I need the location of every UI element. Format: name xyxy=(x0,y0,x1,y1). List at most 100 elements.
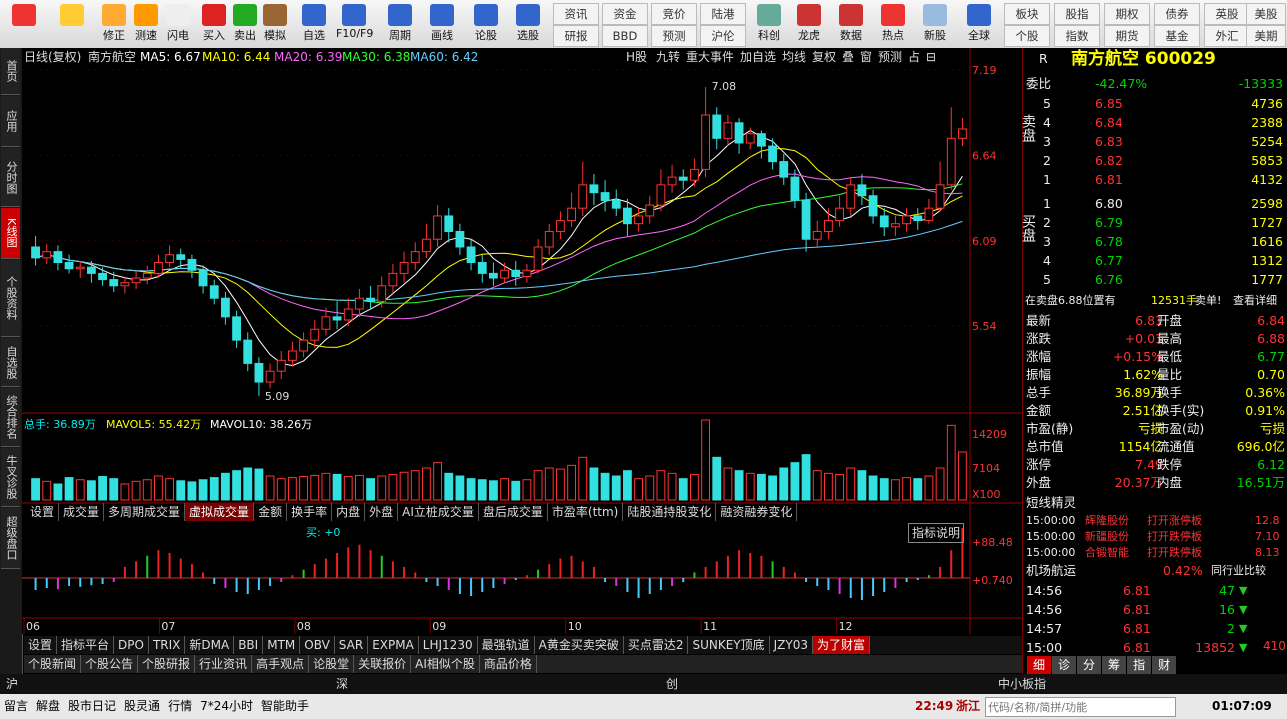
select-stock-button[interactable]: 选股 xyxy=(510,2,546,46)
indicator-tab-4[interactable]: 新DMA xyxy=(185,636,235,654)
globe-button[interactable]: 全球 xyxy=(960,2,998,46)
vol-tab-1[interactable]: 成交量 xyxy=(59,503,105,521)
vol-tab-10[interactable]: 市盈率(ttm) xyxy=(548,503,624,521)
panel-tab-3[interactable]: 筹 xyxy=(1102,656,1127,674)
vol-tab-0[interactable]: 设置 xyxy=(26,503,60,521)
chart-tool-2[interactable]: 重大事件 xyxy=(686,50,734,64)
panel-tab-4[interactable]: 指 xyxy=(1127,656,1152,674)
toolbar-text-button[interactable]: 研报 xyxy=(553,25,599,47)
market-button[interactable]: 板块 xyxy=(1004,3,1050,25)
market-button[interactable]: 美股 xyxy=(1246,3,1286,25)
chart-tool-4[interactable]: 均线 xyxy=(782,50,806,64)
short-line-item[interactable]: 15:00:00 合锻智能 打开跌停板 8.13 xyxy=(1023,544,1287,562)
chart-tool-0[interactable]: H股 xyxy=(626,50,647,64)
chart-tool-3[interactable]: 加自选 xyxy=(740,50,776,64)
bottom-link-4[interactable]: 行情 xyxy=(168,699,192,713)
market-button[interactable]: 英股 xyxy=(1204,3,1250,25)
indicator-tab-9[interactable]: EXPMA xyxy=(368,636,419,654)
stock-search-input[interactable] xyxy=(985,697,1176,717)
indicator-explain-button[interactable]: 指标说明 xyxy=(908,523,965,543)
indicator-tab-14[interactable]: SUNKEY顶底 xyxy=(688,636,770,654)
market-button[interactable]: 指数 xyxy=(1054,25,1100,47)
indicator-tab-3[interactable]: TRIX xyxy=(149,636,186,654)
indicator-tab-2[interactable]: DPO xyxy=(114,636,149,654)
chart-tool-8[interactable]: 预测 xyxy=(878,50,902,64)
ask-row[interactable]: 3 6.83 5254 xyxy=(1023,133,1287,151)
discuss-button[interactable]: 论股 xyxy=(468,2,504,46)
toolbar-text-button[interactable]: 竞价 xyxy=(651,3,697,25)
indicator-tab-15[interactable]: JZY03 xyxy=(770,636,813,654)
bottom-link-5[interactable]: 7*24小时 xyxy=(200,699,253,713)
speed-clock-button[interactable]: 测速 xyxy=(128,2,164,46)
f10-button[interactable]: F10/F9 xyxy=(336,2,373,46)
ask-row[interactable]: 5 6.85 4736 xyxy=(1023,95,1287,113)
hammer-button[interactable]: 模拟 xyxy=(257,2,293,46)
market-button[interactable]: 期权 xyxy=(1104,3,1150,25)
info-tab-8[interactable]: 商品价格 xyxy=(480,655,537,673)
left-tab-0[interactable]: 首页 xyxy=(1,48,20,95)
vol-tab-6[interactable]: 内盘 xyxy=(332,503,366,521)
market-button[interactable]: 个股 xyxy=(1004,25,1050,47)
bid-row[interactable]: 2 6.79 1727 xyxy=(1023,214,1287,232)
toolbar-text-button[interactable]: 资金 xyxy=(602,3,648,25)
chart-tool-7[interactable]: 窗 xyxy=(860,50,872,64)
info-tab-7[interactable]: AI相似个股 xyxy=(411,655,480,673)
toolbar-text-button[interactable]: BBD xyxy=(602,25,648,47)
sme-index[interactable]: 中小板指 xyxy=(998,674,1046,694)
dragon-button[interactable]: 龙虎 xyxy=(790,2,828,46)
left-tab-6[interactable]: 综合排名 xyxy=(1,388,20,447)
panel-tab-2[interactable]: 分 xyxy=(1077,656,1102,674)
bid-row[interactable]: 1 6.80 2598 xyxy=(1023,195,1287,213)
vol-tab-9[interactable]: 盘后成交量 xyxy=(479,503,548,521)
indicator-tab-12[interactable]: A黄金买卖突破 xyxy=(535,636,624,654)
panel-tab-5[interactable]: 财 xyxy=(1152,656,1177,674)
panel-tab-1[interactable]: 诊 xyxy=(1052,656,1077,674)
indicator-tab-6[interactable]: MTM xyxy=(263,636,301,654)
info-tab-4[interactable]: 高手观点 xyxy=(252,655,310,673)
chart-svg[interactable]: 日线(复权) 南方航空 MA5: 6.67 MA10: 6.44 MA20: 6.39 M… xyxy=(22,48,1022,634)
bid-row[interactable]: 4 6.77 1312 xyxy=(1023,252,1287,270)
pe-button[interactable]: 数据 xyxy=(832,2,870,46)
pencil-button[interactable]: 画线 xyxy=(424,2,460,46)
vol-tab-11[interactable]: 陆股通持股变化 xyxy=(623,503,717,521)
info-tab-2[interactable]: 个股研报 xyxy=(138,655,196,673)
toolbar-text-button[interactable]: 资讯 xyxy=(553,3,599,25)
ipo-button[interactable]: 新股 xyxy=(916,2,954,46)
toolbar-text-button[interactable]: 预测 xyxy=(651,25,697,47)
left-tab-7[interactable]: 牛叉诊股 xyxy=(1,448,20,507)
panel-tab-0[interactable]: 细 xyxy=(1027,656,1052,674)
market-button[interactable]: 外汇 xyxy=(1204,25,1250,47)
short-line-header[interactable]: 短线精灵 xyxy=(1023,494,1287,512)
bottom-link-1[interactable]: 解盘 xyxy=(36,699,60,713)
bottom-link-3[interactable]: 股灵通 xyxy=(124,699,160,713)
chinext-index[interactable]: 创 xyxy=(666,674,678,694)
toolbar-text-button[interactable]: 沪伦 xyxy=(700,25,746,47)
bid-row[interactable]: 5 6.76 1777 xyxy=(1023,271,1287,289)
market-button[interactable]: 期货 xyxy=(1104,25,1150,47)
indicator-tab-5[interactable]: BBI xyxy=(234,636,264,654)
vol-tab-7[interactable]: 外盘 xyxy=(365,503,399,521)
indicator-tab-13[interactable]: 买点雷达2 xyxy=(624,636,689,654)
chart-tool-6[interactable]: 叠 xyxy=(842,50,854,64)
chart-tool-10[interactable]: ⊟ xyxy=(926,50,936,64)
info-tab-0[interactable]: 个股新闻 xyxy=(24,655,82,673)
windows-logo-button[interactable] xyxy=(6,2,42,46)
info-tab-3[interactable]: 行业资讯 xyxy=(195,655,253,673)
bid-row[interactable]: 3 6.78 1616 xyxy=(1023,233,1287,251)
left-tab-5[interactable]: 自选股 xyxy=(1,338,20,387)
kline-chart-area[interactable]: 日线(复权) 南方航空 MA5: 6.67 MA10: 6.44 MA20: 6.39 M… xyxy=(22,48,1022,634)
market-button[interactable]: 美期 xyxy=(1246,25,1286,47)
vol-tab-3[interactable]: 虚拟成交量 xyxy=(185,503,255,521)
indicator-tab-8[interactable]: SAR xyxy=(335,636,369,654)
chart-tool-1[interactable]: 九转 xyxy=(656,49,680,64)
info-tab-5[interactable]: 论股堂 xyxy=(309,655,355,673)
indicator-tab-11[interactable]: 最强轨道 xyxy=(478,636,535,654)
vol-tab-4[interactable]: 金额 xyxy=(254,503,288,521)
up-arrow-button[interactable]: 修正 xyxy=(96,2,132,46)
vol-tab-12[interactable]: 融资融券变化 xyxy=(716,503,798,521)
market-button[interactable]: 基金 xyxy=(1154,25,1200,47)
stopwatch-button[interactable]: 闪电 xyxy=(160,2,196,46)
vol-tab-2[interactable]: 多周期成交量 xyxy=(104,503,186,521)
vol-tab-8[interactable]: AI立桩成交量 xyxy=(398,503,479,521)
info-tab-1[interactable]: 个股公告 xyxy=(81,655,139,673)
